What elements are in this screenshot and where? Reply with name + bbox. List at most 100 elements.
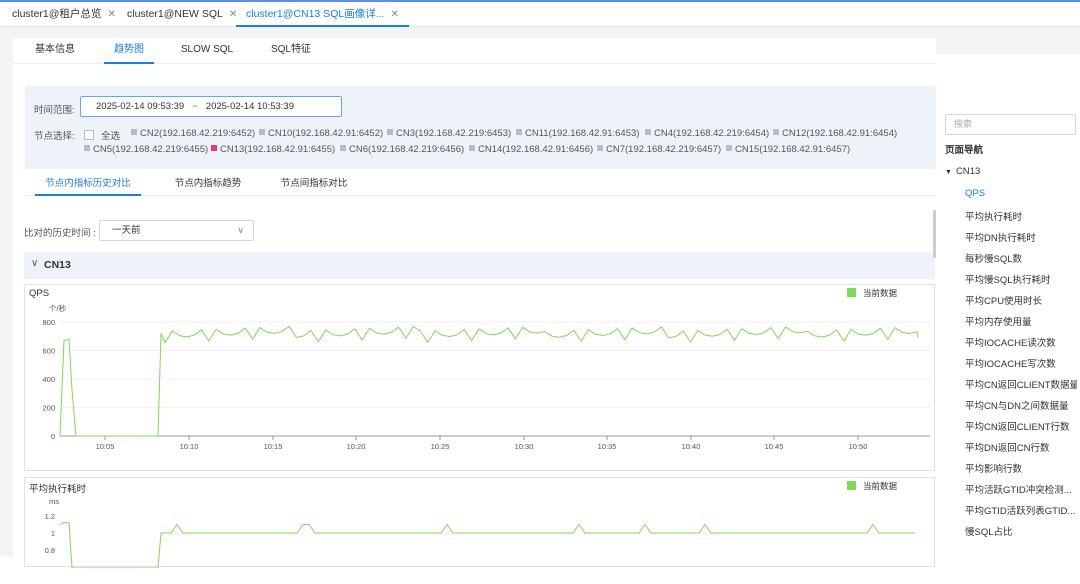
nav-item[interactable]: 平均CN返回CLIENT行数 xyxy=(965,419,1077,433)
nav-item[interactable]: 平均影响行数 xyxy=(965,461,1077,475)
nav-item[interactable]: 平均慢SQL执行耗时 xyxy=(965,272,1077,286)
node-label: CN13(192.168.42.91:6455) xyxy=(220,144,336,155)
qps-chart: QPS 当前数据 个/秒 0 200 400 600 800 10:05 10:10 10:15… xyxy=(24,284,935,471)
chevron-down-icon: ∨ xyxy=(237,225,244,235)
nav-group-label: CN13 xyxy=(955,166,981,177)
y-tick-label: 0 xyxy=(51,432,55,441)
node-label: CN6(192.168.42.219:6456) xyxy=(349,144,465,155)
nav-item[interactable]: 平均内存使用量 xyxy=(965,314,1077,328)
tab-tenant-overview[interactable]: cluster1@租户总览 ✕ xyxy=(12,2,116,27)
node-label: CN2(192.168.42.219:6452) xyxy=(140,128,256,139)
nav-item[interactable]: 平均IOCACHE读次数 xyxy=(965,335,1077,349)
nav-item[interactable]: 平均执行耗时 xyxy=(965,209,1077,223)
node-color-swatch xyxy=(645,129,651,135)
node-option[interactable]: CN2(192.168.42.219:6452) xyxy=(131,128,255,139)
nav-item[interactable]: 平均GTID活跃列表GTID... xyxy=(965,503,1077,517)
y-unit-label: ms xyxy=(49,497,59,506)
node-color-swatch xyxy=(387,129,393,135)
node-option[interactable]: CN10(192.168.42.91:6452) xyxy=(259,128,383,139)
select-all-checkbox[interactable]: 全选 xyxy=(84,128,120,142)
node-color-swatch xyxy=(469,145,475,151)
compare-time-select[interactable]: 一天前 ∨ xyxy=(99,220,254,241)
nav-item[interactable]: 平均CN与DN之间数据量 xyxy=(965,398,1077,412)
node-option[interactable]: CN14(192.168.42.91:6456) xyxy=(469,144,593,155)
subtab-label: SLOW SQL xyxy=(180,44,234,55)
time-range-label: 时间范围: xyxy=(34,105,75,116)
node-option[interactable]: CN6(192.168.42.219:6456) xyxy=(340,144,464,155)
time-range-picker[interactable]: 2025-02-14 09:53:39 ~2025-02-14 10:53:39 xyxy=(80,96,342,117)
nav-item[interactable]: 平均活跃GTID冲突检测... xyxy=(965,482,1077,496)
page-nav-sidebar: 搜索 页面导航 ▼ CN13 QPS 平均执行耗时 平均DN执行耗时 每秒慢SQL数 平均… xyxy=(936,54,1080,584)
subtab-label: 趋势图 xyxy=(114,44,144,55)
nav-item[interactable]: 平均DN执行耗时 xyxy=(965,230,1077,244)
tab-label: cluster1@租户总览 xyxy=(12,8,102,20)
node-label: CN4(192.168.42.219:6454) xyxy=(654,128,770,139)
nav-title: 页面导航 xyxy=(945,145,984,156)
itab-history-compare[interactable]: 节点内指标历史对比 xyxy=(35,174,141,196)
node-label: CN11(192.168.42.91:6453) xyxy=(525,128,640,139)
subtab-basic-info[interactable]: 基本信息 xyxy=(25,38,85,64)
section-header-cn13[interactable]: ∨ CN13 xyxy=(24,252,935,279)
y-tick-label: 800 xyxy=(42,318,55,327)
nav-group-cn13[interactable]: ▼ CN13 xyxy=(945,166,980,177)
node-color-swatch xyxy=(773,129,779,135)
nav-item[interactable]: 每秒慢SQL数 xyxy=(965,251,1077,265)
close-icon[interactable]: ✕ xyxy=(390,9,398,20)
node-label: CN5(192.168.42.219:6455) xyxy=(93,144,209,155)
subtab-label: SQL特征 xyxy=(270,44,311,55)
compare-time-label: 比对的历史时间 : xyxy=(24,228,96,239)
itab-intra-node-trend[interactable]: 节点内指标趋势 xyxy=(171,174,245,196)
node-color-swatch xyxy=(597,145,603,151)
page-background: 基本信息 趋势图 SLOW SQL SQL特征 时间范围: 2025-02-14… xyxy=(0,27,1080,584)
x-tick-label: 10:35 xyxy=(598,442,617,451)
node-label: CN3(192.168.42.219:6453) xyxy=(396,128,512,139)
x-tick-label: 10:25 xyxy=(431,442,450,451)
tab-label: cluster1@NEW SQL xyxy=(127,8,223,20)
node-option[interactable]: CN13(192.168.42.91:6455) xyxy=(211,144,335,155)
node-option[interactable]: CN4(192.168.42.219:6454) xyxy=(645,128,769,139)
y-tick-label: 1.2 xyxy=(45,512,55,521)
subtab-slow-sql[interactable]: SLOW SQL xyxy=(174,38,240,64)
checkbox-box[interactable] xyxy=(84,130,94,140)
x-tick-label: 10:50 xyxy=(849,442,868,451)
itab-label: 节点内指标趋势 xyxy=(174,178,242,189)
node-color-swatch xyxy=(131,129,137,135)
tab-cn13-sql-profile[interactable]: cluster1@CN13 SQL画像详... ✕ xyxy=(236,2,409,27)
node-option[interactable]: CN12(192.168.42.91:6454) xyxy=(773,128,897,139)
subtab-sql-feature[interactable]: SQL特征 xyxy=(261,38,321,64)
nav-item[interactable]: 平均CN返回CLIENT数据量 xyxy=(965,377,1077,391)
select-all-label: 全选 xyxy=(101,131,121,142)
close-icon[interactable]: ✕ xyxy=(107,9,115,20)
node-option[interactable]: CN15(192.168.42.91:6457) xyxy=(726,144,850,155)
node-option[interactable]: CN3(192.168.42.219:6453) xyxy=(387,128,511,139)
nav-item[interactable]: 平均CPU使用时长 xyxy=(965,293,1077,307)
compare-time-value: 一天前 xyxy=(112,225,141,236)
main-panel: 基本信息 趋势图 SLOW SQL SQL特征 时间范围: 2025-02-14… xyxy=(13,38,937,568)
node-option[interactable]: CN7(192.168.42.219:6457) xyxy=(597,144,721,155)
y-unit-label: 个/秒 xyxy=(49,303,67,313)
x-tick-label: 10:10 xyxy=(180,442,199,451)
x-tick-label: 10:45 xyxy=(765,442,784,451)
node-color-swatch xyxy=(516,129,522,135)
nav-search-input[interactable]: 搜索 xyxy=(945,114,1076,135)
tab-new-sql[interactable]: cluster1@NEW SQL ✕ xyxy=(127,2,237,27)
y-tick-label: 600 xyxy=(42,347,55,356)
nav-item[interactable]: QPS xyxy=(965,188,1077,199)
node-option[interactable]: CN11(192.168.42.91:6453) xyxy=(516,128,639,139)
nav-item[interactable]: 平均IOCACHE写次数 xyxy=(965,356,1077,370)
node-label: CN15(192.168.42.91:6457) xyxy=(735,144,851,155)
itab-inter-node-compare[interactable]: 节点间指标对比 xyxy=(277,174,351,196)
node-color-swatch xyxy=(259,129,265,135)
nav-item[interactable]: 平均DN返回CN行数 xyxy=(965,440,1077,454)
node-select-label: 节点选择: xyxy=(34,131,75,142)
node-label: CN12(192.168.42.91:6454) xyxy=(782,128,898,139)
y-tick-label: 400 xyxy=(42,375,55,384)
x-tick-label: 10:20 xyxy=(347,442,366,451)
subtab-trend[interactable]: 趋势图 xyxy=(104,38,154,64)
y-tick-label: 1 xyxy=(51,529,55,538)
nav-item[interactable]: 慢SQL占比 xyxy=(965,524,1077,538)
x-tick-label: 10:40 xyxy=(682,442,701,451)
avg-exec-time-chart-svg: ms 1.2 1 0.8 xyxy=(45,497,915,568)
node-color-swatch xyxy=(84,145,90,151)
node-option[interactable]: CN5(192.168.42.219:6455) xyxy=(84,144,208,155)
